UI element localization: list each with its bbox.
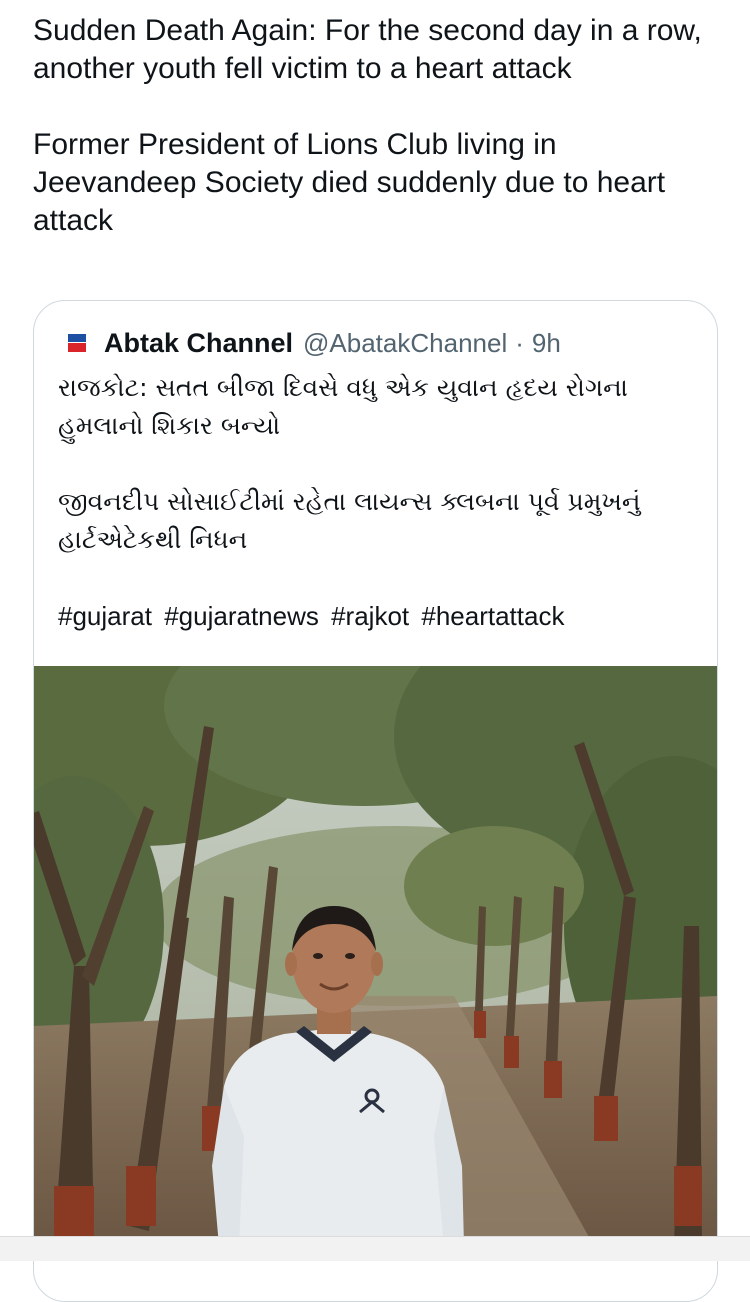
- hashtag-list: #gujarat #gujaratnews #rajkot #heartatta…: [58, 597, 569, 635]
- quoted-tweet-image[interactable]: [34, 666, 717, 1246]
- abtak-logo-icon[interactable]: [66, 332, 88, 354]
- tweet-text: Sudden Death Again: For the second day i…: [33, 12, 723, 240]
- hashtag-link[interactable]: #gujarat: [58, 601, 152, 631]
- tweet-paragraph: Sudden Death Again: For the second day i…: [33, 14, 702, 85]
- bottom-bar: [0, 1236, 750, 1261]
- quoted-tweet-card[interactable]: Abtak Channel @AbatakChannel · 9h રાજકોટ…: [33, 300, 718, 1302]
- hashtag-link[interactable]: #rajkot: [331, 601, 409, 631]
- author-handle[interactable]: @AbatakChannel: [303, 328, 507, 359]
- quoted-tweet-paragraph: જીવનદીપ સોસાઈટીમાં રહેતા લાયન્સ ક્લબના પ…: [58, 487, 641, 554]
- author-name[interactable]: Abtak Channel: [104, 328, 293, 359]
- photo-man-in-wooded-path: [34, 666, 717, 1246]
- separator-dot: ·: [515, 327, 524, 358]
- tweet-paragraph: Former President of Lions Club living in…: [33, 128, 666, 237]
- quoted-tweet-header: Abtak Channel @AbatakChannel · 9h: [66, 327, 561, 359]
- quoted-tweet-body: રાજકોટ: સતત બીજા દિવસે વધુ એક યુવાન હૃદય…: [58, 369, 698, 559]
- hashtag-link[interactable]: #heartattack: [421, 601, 564, 631]
- post-time[interactable]: 9h: [532, 328, 561, 359]
- hashtag-link[interactable]: #gujaratnews: [164, 601, 319, 631]
- quoted-tweet-paragraph: રાજકોટ: સતત બીજા દિવસે વધુ એક યુવાન હૃદય…: [58, 373, 628, 440]
